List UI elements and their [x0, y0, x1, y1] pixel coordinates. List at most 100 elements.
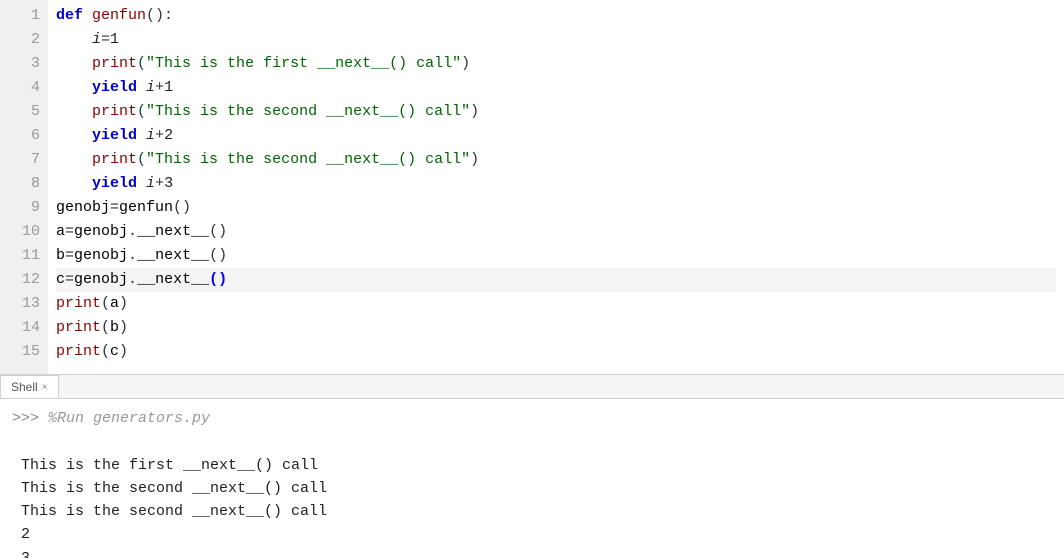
code-token: b [110, 319, 119, 336]
code-token [56, 79, 92, 96]
code-line[interactable]: genobj=genfun() [56, 196, 1056, 220]
code-token: . [128, 223, 137, 240]
code-content[interactable]: def genfun(): i=1 print("This is the fir… [48, 0, 1064, 374]
code-token: = [65, 271, 74, 288]
line-number: 10 [8, 220, 40, 244]
code-token [137, 175, 146, 192]
code-line[interactable]: print("This is the first __next__() call… [56, 52, 1056, 76]
line-number: 8 [8, 172, 40, 196]
code-token: genobj [74, 247, 128, 264]
code-line[interactable]: c=genobj.__next__() [56, 268, 1056, 292]
code-token: = [101, 31, 110, 48]
code-line[interactable]: yield i+1 [56, 76, 1056, 100]
code-token: b [56, 247, 65, 264]
line-number: 11 [8, 244, 40, 268]
code-token: ( [101, 319, 110, 336]
code-token: print [92, 151, 137, 168]
code-token: () [209, 247, 227, 264]
code-line[interactable]: a=genobj.__next__() [56, 220, 1056, 244]
shell-tabs-bar: Shell × [0, 375, 1064, 399]
shell-prompt-line[interactable]: >>> %Run generators.py [12, 407, 1052, 430]
code-token: . [128, 247, 137, 264]
code-area[interactable]: 123456789101112131415 def genfun(): i=1 … [0, 0, 1064, 374]
code-token: a [56, 223, 65, 240]
line-number: 13 [8, 292, 40, 316]
code-token: ( [137, 55, 146, 72]
code-line[interactable]: print(c) [56, 340, 1056, 364]
line-number: 14 [8, 316, 40, 340]
code-token: yield [92, 127, 137, 144]
shell-output-line: This is the second __next__() call [12, 500, 1052, 523]
code-token [56, 127, 92, 144]
shell-output-line: This is the second __next__() call [12, 477, 1052, 500]
code-token [137, 127, 146, 144]
line-number: 1 [8, 4, 40, 28]
code-token: () [173, 199, 191, 216]
code-token: i [146, 79, 155, 96]
code-token [137, 79, 146, 96]
code-token: "This is the first __next__() call" [146, 55, 461, 72]
code-line[interactable]: yield i+2 [56, 124, 1056, 148]
code-token: = [110, 199, 119, 216]
code-token: 1 [164, 79, 173, 96]
shell-magic-cmd: %Run generators.py [48, 410, 210, 427]
code-token: = [65, 223, 74, 240]
code-line[interactable]: print(a) [56, 292, 1056, 316]
code-token: print [92, 103, 137, 120]
code-token [56, 31, 92, 48]
code-token: . [128, 271, 137, 288]
code-token [56, 175, 92, 192]
code-token: ( [101, 343, 110, 360]
code-line[interactable]: print("This is the second __next__() cal… [56, 100, 1056, 124]
code-line[interactable]: def genfun(): [56, 4, 1056, 28]
code-token: genobj [74, 271, 128, 288]
code-token: 1 [110, 31, 119, 48]
code-token: ) [470, 103, 479, 120]
code-token: genfun [92, 7, 146, 24]
code-line[interactable]: b=genobj.__next__() [56, 244, 1056, 268]
line-number: 2 [8, 28, 40, 52]
line-number: 5 [8, 100, 40, 124]
shell-output-line: This is the first __next__() call [12, 454, 1052, 477]
shell-blank-line [12, 430, 1052, 453]
editor-pane: 123456789101112131415 def genfun(): i=1 … [0, 0, 1064, 375]
code-token: i [146, 127, 155, 144]
code-line[interactable]: yield i+3 [56, 172, 1056, 196]
line-number: 12 [8, 268, 40, 292]
code-token [56, 151, 92, 168]
shell-output[interactable]: >>> %Run generators.py This is the first… [0, 399, 1064, 558]
code-token: i [92, 31, 101, 48]
code-token: genfun [119, 199, 173, 216]
code-token: () [209, 271, 227, 288]
line-number: 3 [8, 52, 40, 76]
code-line[interactable]: print(b) [56, 316, 1056, 340]
code-token: 3 [164, 175, 173, 192]
code-line[interactable]: i=1 [56, 28, 1056, 52]
shell-output-line: 2 [12, 523, 1052, 546]
code-line[interactable]: print("This is the second __next__() cal… [56, 148, 1056, 172]
shell-pane[interactable]: >>> %Run generators.py This is the first… [0, 399, 1064, 558]
line-number-gutter: 123456789101112131415 [0, 0, 48, 374]
code-token: + [155, 127, 164, 144]
code-token: ( [101, 295, 110, 312]
code-token: "This is the second __next__() call" [146, 151, 470, 168]
line-number: 9 [8, 196, 40, 220]
code-token: () [209, 223, 227, 240]
code-token: genobj [56, 199, 110, 216]
tab-shell[interactable]: Shell × [0, 375, 59, 398]
code-token: i [146, 175, 155, 192]
close-icon[interactable]: × [42, 382, 48, 393]
code-token: print [92, 55, 137, 72]
code-token: a [110, 295, 119, 312]
code-token: __next__ [137, 247, 209, 264]
code-token: yield [92, 79, 137, 96]
code-token: ) [470, 151, 479, 168]
code-token: c [56, 271, 65, 288]
code-token: c [110, 343, 119, 360]
code-token: + [155, 175, 164, 192]
code-token: __next__ [137, 223, 209, 240]
code-token [56, 55, 92, 72]
code-token: (): [146, 7, 173, 24]
code-token: print [56, 319, 101, 336]
code-token: 2 [164, 127, 173, 144]
